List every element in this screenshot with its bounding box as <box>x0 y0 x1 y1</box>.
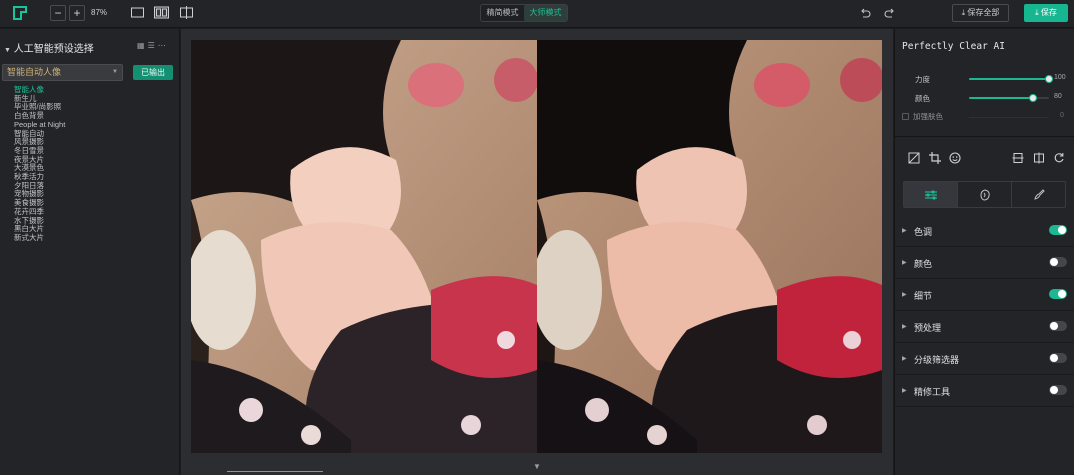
adjustment-mode-tabs <box>903 181 1066 208</box>
save-all-label: 保存全部 <box>967 8 1000 17</box>
rotate-icon[interactable] <box>1053 152 1065 164</box>
exposure-icon[interactable] <box>908 152 920 164</box>
tone-toggle[interactable] <box>1049 225 1067 235</box>
strength-track[interactable] <box>969 75 1053 83</box>
section-label: 预处理 <box>914 323 942 333</box>
image-canvas[interactable]: ▼ <box>181 29 893 475</box>
section-label: 细节 <box>914 291 933 301</box>
section-label: 颜色 <box>914 259 933 269</box>
color-fill <box>969 97 1033 99</box>
strength-value: 100 <box>1054 74 1066 81</box>
brush-icon <box>1033 188 1045 200</box>
side-by-side-view-icon[interactable] <box>154 6 169 19</box>
strength-slider[interactable]: 力度 100 <box>895 73 1074 85</box>
single-view-icon[interactable] <box>130 6 145 19</box>
graded-filter-toggle[interactable] <box>1049 353 1067 363</box>
zoom-in-button[interactable]: + <box>69 5 85 21</box>
chevron-down-icon: ▼ <box>112 69 118 75</box>
top-toolbar: − + 87% 精简模式 大师模式 ⤓ 保存全部 ⤓ 保存 <box>0 0 1074 28</box>
mode-switch: 精简模式 大师模式 <box>480 4 568 22</box>
zoom-level: 87% <box>91 8 108 17</box>
zoom-out-button[interactable]: − <box>50 5 66 21</box>
strength-label: 力度 <box>915 75 930 84</box>
section-graded-filter[interactable]: ▶ 分级筛选器 <box>895 343 1074 375</box>
filmstrip-toggle-icon[interactable]: ▼ <box>533 462 541 471</box>
expand-arrow-icon: ▶ <box>902 324 907 330</box>
split-view-icon[interactable] <box>179 6 194 19</box>
master-mode-tab[interactable]: 大师模式 <box>524 5 567 21</box>
strength-handle[interactable] <box>1045 75 1053 83</box>
save-label: 保存 <box>1040 8 1057 17</box>
section-label: 色调 <box>914 227 933 237</box>
preset-panel-title-text: 人工智能预设选择 <box>13 44 94 55</box>
panel-view-icons: ▦☰⋯ <box>137 41 169 50</box>
list-view-icon[interactable]: ☰ <box>148 41 158 50</box>
color-handle[interactable] <box>1029 94 1037 102</box>
color-label: 颜色 <box>915 94 930 103</box>
enhance-skin-value: 0 <box>1060 112 1064 119</box>
section-preprocess[interactable]: ▶ 预处理 <box>895 311 1074 343</box>
section-color[interactable]: ▶ 颜色 <box>895 247 1074 279</box>
strength-fill <box>969 78 1049 80</box>
photo-processed-graphic <box>537 40 882 453</box>
color-value: 80 <box>1054 93 1062 100</box>
preset-item[interactable]: 新式大片 <box>14 233 65 243</box>
redo-icon[interactable] <box>884 7 896 19</box>
section-label: 精修工具 <box>914 387 951 397</box>
preset-dropdown-value: 智能自动人像 <box>7 67 62 77</box>
undo-icon[interactable] <box>859 7 871 19</box>
color-slider[interactable]: 颜色 80 <box>895 92 1074 104</box>
detail-toggle[interactable] <box>1049 289 1067 299</box>
flip-vertical-icon[interactable] <box>1012 152 1024 164</box>
preprocess-toggle[interactable] <box>1049 321 1067 331</box>
save-button[interactable]: ⤓ 保存 <box>1024 4 1068 22</box>
sliders-icon <box>924 189 937 200</box>
enhance-skin-label: 加强肤色 <box>913 112 943 121</box>
preset-list: 智能人像 新生儿 毕业照/尚影照 白色背景 People at Night 智能… <box>14 85 65 243</box>
photo-original-graphic <box>191 40 537 453</box>
face-icon[interactable] <box>949 152 961 164</box>
section-detail[interactable]: ▶ 细节 <box>895 279 1074 311</box>
simple-mode-tab[interactable]: 精简模式 <box>481 5 524 21</box>
export-button[interactable]: 已输出 <box>133 65 173 80</box>
processed-image <box>537 40 882 453</box>
collapse-triangle-icon: ▼ <box>4 47 11 54</box>
panel-title: Perfectly Clear AI <box>902 41 1005 52</box>
filmstrip-indicator <box>227 471 323 475</box>
adjustments-panel: Perfectly Clear AI 力度 100 颜色 80 加强肤色 0 ▶… <box>894 29 1074 475</box>
expand-arrow-icon: ▶ <box>902 388 907 394</box>
divider <box>895 136 1074 137</box>
expand-arrow-icon: ▶ <box>902 292 907 298</box>
enhance-skin-checkbox[interactable] <box>902 113 909 120</box>
enhance-skin-track <box>969 117 1049 118</box>
preset-panel: ▼ 人工智能预设选择 ▦☰⋯ 智能自动人像 ▼ 已输出 智能人像 新生儿 毕业照… <box>0 29 180 475</box>
preset-panel-title[interactable]: ▼ 人工智能预设选择 <box>4 40 94 55</box>
tab-retouch[interactable] <box>958 182 1012 207</box>
color-track[interactable] <box>969 94 1049 102</box>
section-tone[interactable]: ▶ 色调 <box>895 215 1074 247</box>
more-icon[interactable]: ⋯ <box>158 41 169 50</box>
app-logo <box>13 6 27 20</box>
section-refine-tools[interactable]: ▶ 精修工具 <box>895 375 1074 407</box>
expand-arrow-icon: ▶ <box>902 356 907 362</box>
save-all-button[interactable]: ⤓ 保存全部 <box>952 4 1009 22</box>
grid-view-icon[interactable]: ▦ <box>137 41 148 50</box>
expand-arrow-icon: ▶ <box>902 260 907 266</box>
refine-tools-toggle[interactable] <box>1049 385 1067 395</box>
preset-dropdown[interactable]: 智能自动人像 ▼ <box>2 64 123 81</box>
face-retouch-icon <box>979 188 990 201</box>
crop-icon[interactable] <box>929 152 941 164</box>
color-toggle[interactable] <box>1049 257 1067 267</box>
tab-brush[interactable] <box>1012 182 1065 207</box>
tab-adjust[interactable] <box>904 182 958 207</box>
section-label: 分级筛选器 <box>914 355 960 365</box>
expand-arrow-icon: ▶ <box>902 228 907 234</box>
flip-horizontal-icon[interactable] <box>1033 152 1045 164</box>
original-image <box>191 40 537 453</box>
